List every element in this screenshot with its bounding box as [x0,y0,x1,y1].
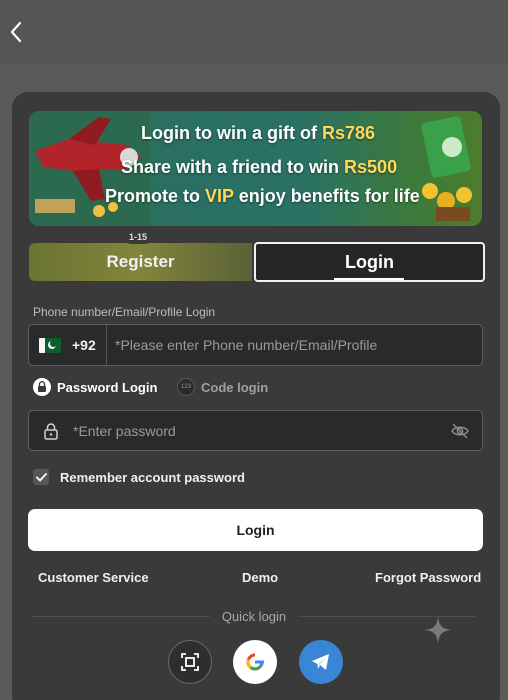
register-badge: 1-15 [124,230,153,244]
password-field [28,410,483,451]
promo-banner[interactable]: Login to win a gift of Rs786 Share with … [29,111,482,226]
banner-line-1: Login to win a gift of Rs786 [141,123,376,143]
tab-login[interactable]: Login [254,242,485,282]
chevron-left-icon [10,21,22,43]
scan-icon [181,653,199,671]
customer-service-link[interactable]: Customer Service [38,570,149,585]
coins-illustration [421,116,472,221]
tab-register-label: Register [106,252,175,271]
password-login-label: Password Login [57,379,158,395]
remember-checkbox[interactable] [33,469,49,485]
banner-line-3: Promote to VIP enjoy benefits for life [105,186,420,206]
tab-register[interactable]: Register [29,243,252,281]
banner-line-2: Share with a friend to win Rs500 [121,157,398,177]
remember-label: Remember account password [60,469,245,485]
sparkle-icon [424,616,452,644]
demo-link[interactable]: Demo [242,570,278,585]
phone-field-label: Phone number/Email/Profile Login [33,305,216,319]
pakistan-flag-icon [39,337,61,353]
forgot-password-link[interactable]: Forgot Password [375,570,481,585]
lock-icon [33,378,51,396]
phone-field: +92 [28,324,483,366]
password-login-option[interactable]: Password Login [33,378,157,396]
remember-password-toggle[interactable]: Remember account password [33,469,245,485]
tab-login-label: Login [345,251,394,272]
code-123-icon: 123 [177,378,195,396]
password-input[interactable] [73,411,433,450]
login-button-label: Login [236,522,275,538]
tab-active-indicator [334,278,404,280]
back-button[interactable] [4,14,28,50]
country-code-selector[interactable]: +92 [29,325,107,365]
checkmark-icon [35,472,47,481]
top-bar [0,0,508,64]
phone-input[interactable] [109,325,479,365]
google-icon [246,653,265,671]
code-login-option[interactable]: 123 Code login [177,378,268,396]
telegram-login-button[interactable] [299,640,343,684]
google-login-button[interactable] [233,640,277,684]
country-code: +92 [72,337,96,353]
eye-off-icon[interactable] [450,421,470,441]
login-button[interactable]: Login [28,509,483,551]
padlock-icon [44,423,58,440]
scan-login-button[interactable] [168,640,212,684]
code-login-label: Code login [201,379,269,395]
telegram-icon [312,654,329,670]
